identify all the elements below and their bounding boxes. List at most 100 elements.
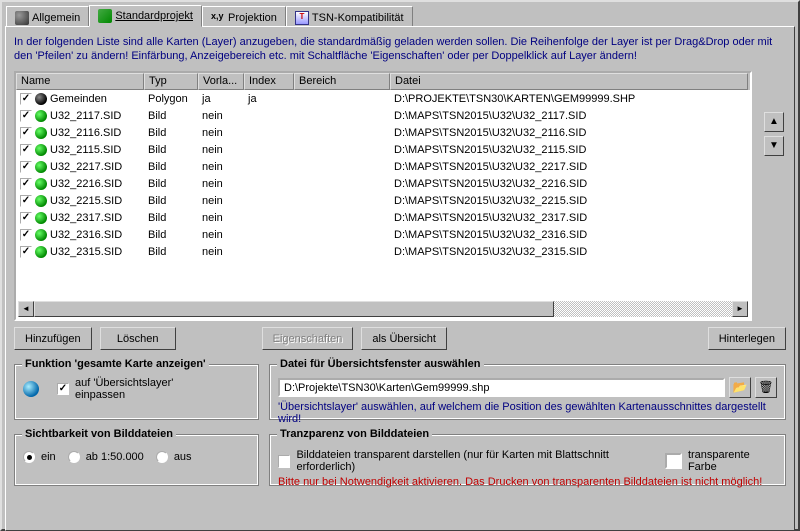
row-name: U32_2117.SID: [50, 110, 121, 122]
transparent-color-swatch[interactable]: [665, 453, 682, 469]
table-row[interactable]: U32_2216.SIDBildneinD:\MAPS\TSN2015\U32\…: [16, 175, 750, 192]
row-checkbox[interactable]: [20, 110, 32, 122]
row-name: U32_2315.SID: [50, 246, 122, 258]
table-row[interactable]: U32_2315.SIDBildneinD:\MAPS\TSN2015\U32\…: [16, 243, 750, 260]
table-header: Name Typ Vorla... Index Bereich Datei: [16, 73, 750, 90]
row-checkbox[interactable]: [20, 161, 32, 173]
row-typ: Bild: [144, 178, 198, 190]
button-row: Hinzufügen Löschen Eigenschaften als Übe…: [14, 327, 786, 350]
layers-icon: [98, 9, 112, 23]
vis-on-label: ein: [41, 451, 56, 463]
status-dot-icon: [35, 246, 47, 258]
row-vorl: nein: [198, 127, 244, 139]
row-datei: D:\MAPS\TSN2015\U32\U32_2316.SID: [390, 229, 748, 241]
col-datei[interactable]: Datei: [390, 73, 748, 90]
row-checkbox[interactable]: [20, 178, 32, 190]
table-row[interactable]: U32_2215.SIDBildneinD:\MAPS\TSN2015\U32\…: [16, 192, 750, 209]
overview-file-hint: 'Übersichtslayer' auswählen, auf welchem…: [278, 401, 777, 425]
fit-overview-checkbox[interactable]: [57, 383, 69, 395]
col-bereich[interactable]: Bereich: [294, 73, 390, 90]
row-vorl: nein: [198, 161, 244, 173]
status-dot-icon: [35, 110, 47, 122]
tab-label: Allgemein: [32, 12, 80, 24]
tsn-icon: T: [295, 11, 309, 25]
table-row[interactable]: U32_2117.SID Bildnein D:\MAPS\TSN2015\U32\…: [16, 107, 750, 124]
status-dot-icon: [35, 212, 47, 224]
row-typ: Bild: [144, 212, 198, 224]
row-vorl: nein: [198, 110, 244, 122]
intro-text: In der folgenden Liste sind alle Karten …: [14, 35, 786, 63]
col-name[interactable]: Name: [16, 73, 144, 90]
row-checkbox[interactable]: [20, 127, 32, 139]
row-typ: Bild: [144, 127, 198, 139]
vis-off-radio[interactable]: [156, 451, 168, 463]
row-vorl: nein: [198, 144, 244, 156]
tab-label: Standardprojekt: [115, 10, 193, 22]
tab-standardprojekt[interactable]: Standardprojekt: [89, 5, 202, 27]
overview-file-input[interactable]: D:\Projekte\TSN30\Karten\Gem99999.shp: [278, 378, 725, 397]
add-button[interactable]: Hinzufügen: [14, 327, 92, 350]
col-index[interactable]: Index: [244, 73, 294, 90]
vis-ab-label: ab 1:50.000: [86, 451, 144, 463]
row-datei: D:\MAPS\TSN2015\U32\U32_2117.SID: [390, 110, 748, 122]
col-vorlage[interactable]: Vorla...: [198, 73, 244, 90]
row-checkbox[interactable]: [20, 229, 32, 241]
table-row[interactable]: U32_2317.SIDBildneinD:\MAPS\TSN2015\U32\…: [16, 209, 750, 226]
move-up-button[interactable]: ▲: [764, 112, 784, 132]
table-row[interactable]: GemeindenPolygonjajaD:\PROJEKTE\TSN30\KA…: [16, 90, 750, 107]
tab-body: In der folgenden Liste sind alle Karten …: [5, 26, 795, 531]
row-checkbox[interactable]: [20, 144, 32, 156]
properties-button[interactable]: Eigenschaften: [262, 327, 354, 350]
transparency-warning: Bitte nur bei Notwendigkeit aktivieren. …: [278, 476, 777, 488]
gears-icon: [15, 11, 29, 25]
row-checkbox[interactable]: [20, 195, 32, 207]
row-vorl: nein: [198, 212, 244, 224]
status-dot-icon: [35, 161, 47, 173]
horizontal-scrollbar[interactable]: ◄ ►: [18, 301, 748, 317]
table-row[interactable]: U32_2116.SIDBildneinD:\MAPS\TSN2015\U32\…: [16, 124, 750, 141]
xy-icon: x,y: [211, 11, 225, 25]
table-row[interactable]: U32_2115.SIDBildneinD:\MAPS\TSN2015\U32\…: [16, 141, 750, 158]
row-typ: Bild: [144, 195, 198, 207]
col-typ[interactable]: Typ: [144, 73, 198, 90]
overview-file-title: Datei für Übersichtsfenster auswählen: [277, 358, 484, 370]
row-name: U32_2216.SID: [50, 178, 122, 190]
scroll-track[interactable]: [554, 301, 732, 317]
table-row[interactable]: U32_2217.SIDBildneinD:\MAPS\TSN2015\U32\…: [16, 158, 750, 175]
row-index: ja: [244, 93, 294, 105]
status-dot-icon: [35, 93, 47, 105]
row-datei: D:\PROJEKTE\TSN30\KARTEN\GEM99999.SHP: [390, 93, 748, 105]
browse-button[interactable]: 📂: [729, 377, 751, 398]
transparency-label: Bilddateien transparent darstellen (nur …: [296, 449, 652, 473]
clear-button[interactable]: 🗑: [755, 377, 777, 398]
attach-button[interactable]: Hinterlegen: [708, 327, 786, 350]
row-typ: Bild: [144, 144, 198, 156]
table-row[interactable]: U32_2316.SIDBildneinD:\MAPS\TSN2015\U32\…: [16, 226, 750, 243]
tab-allgemein[interactable]: Allgemein: [6, 6, 89, 28]
trash-icon: 🗑: [758, 380, 773, 394]
transparency-checkbox[interactable]: [278, 455, 290, 468]
delete-button[interactable]: Löschen: [100, 327, 176, 350]
scroll-right-icon[interactable]: ►: [732, 301, 748, 317]
row-vorl: nein: [198, 178, 244, 190]
scroll-thumb[interactable]: [34, 301, 554, 317]
vis-ab-radio[interactable]: [68, 451, 80, 463]
row-checkbox[interactable]: [20, 212, 32, 224]
tab-projektion[interactable]: x,y Projektion: [202, 6, 286, 28]
row-typ: Bild: [144, 246, 198, 258]
move-down-button[interactable]: ▼: [764, 136, 784, 156]
row-checkbox[interactable]: [20, 246, 32, 258]
vis-off-label: aus: [174, 451, 192, 463]
overview-button[interactable]: als Übersicht: [361, 327, 447, 350]
folder-icon: 📂: [733, 380, 748, 394]
vis-on-radio[interactable]: [23, 451, 35, 463]
globe-icon: [23, 381, 39, 397]
layers-table[interactable]: Name Typ Vorla... Index Bereich Datei Ge…: [14, 71, 752, 321]
transparency-title: Tranzparenz von Bilddateien: [277, 428, 432, 440]
row-checkbox[interactable]: [20, 93, 32, 105]
scroll-left-icon[interactable]: ◄: [18, 301, 34, 317]
row-datei: D:\MAPS\TSN2015\U32\U32_2116.SID: [390, 127, 748, 139]
tab-tsn[interactable]: T TSN-Kompatibilität: [286, 6, 413, 28]
row-name: U32_2317.SID: [50, 212, 122, 224]
row-typ: Bild: [144, 110, 198, 122]
